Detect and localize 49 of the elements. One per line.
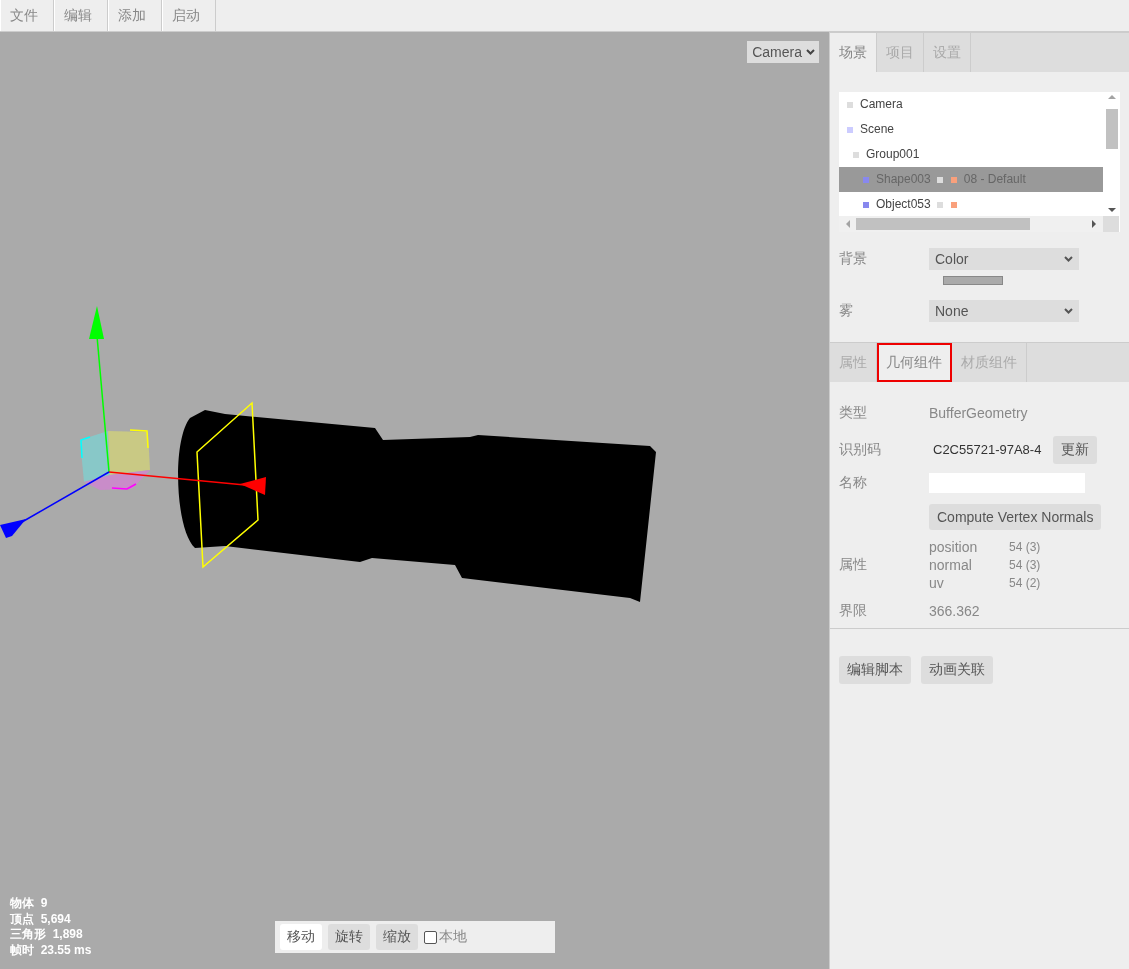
plane-handle-drawing	[80, 429, 150, 490]
outliner-item[interactable]: Object053	[839, 192, 1103, 217]
toolbar-button[interactable]: 旋转	[328, 924, 370, 950]
outliner-item[interactable]: Scene	[839, 117, 1103, 142]
field-label: 属性	[839, 556, 868, 574]
update-button[interactable]: 更新	[1053, 436, 1097, 464]
menu-item[interactable]: 文件	[0, 0, 54, 31]
camera-select[interactable]: Camera	[747, 41, 819, 63]
material-icon	[950, 201, 957, 208]
toolbar-button[interactable]: 移动	[280, 924, 322, 950]
stat-text: 顶点 5,694	[10, 911, 72, 927]
toolbar-button[interactable]: 缩放	[376, 924, 418, 950]
chevron-icon	[1064, 256, 1073, 262]
script-button[interactable]: 动画关联	[921, 656, 993, 684]
tab[interactable]: 几何组件	[877, 343, 952, 382]
field-label: 名称	[839, 474, 868, 492]
color-swatch[interactable]	[943, 276, 1003, 285]
material-icon	[950, 176, 957, 183]
attribute-name: uv	[929, 574, 945, 592]
field-value: 366.362	[929, 603, 980, 619]
field-label: 界限	[839, 602, 868, 620]
compute-button[interactable]: Compute Vertex Normals	[929, 504, 1102, 530]
attribute-value: 54 (3)	[1009, 539, 1041, 556]
checkbox-label: 本地	[439, 928, 467, 946]
attribute-name: normal	[929, 556, 973, 574]
outliner-item[interactable]: Group001	[839, 142, 1103, 167]
stat-text: 帧时 23.55 ms	[10, 942, 92, 958]
attribute-value: 54 (3)	[1009, 557, 1041, 574]
dropdown[interactable]: Color	[929, 248, 1079, 270]
menu-item[interactable]: 添加	[108, 0, 162, 31]
chevron-icon	[1064, 308, 1073, 314]
field-label: 背景	[839, 250, 868, 268]
attribute-value: 54 (2)	[1009, 575, 1041, 592]
dropdown[interactable]: None	[929, 300, 1079, 322]
geometry-icon	[936, 176, 943, 183]
field-label: 识别码	[839, 441, 882, 459]
field-label: 类型	[839, 404, 868, 422]
stat-text: 物体 9	[10, 896, 49, 912]
geometry-icon	[936, 201, 943, 208]
outliner-item[interactable]: Camera	[839, 92, 1103, 117]
script-button[interactable]: 编辑脚本	[839, 656, 911, 684]
attribute-name: position	[929, 538, 979, 556]
field-label: 雾	[839, 302, 854, 320]
menu-item[interactable]: 编辑	[54, 0, 108, 31]
stat-text: 三角形 1,898	[10, 927, 84, 943]
menu-item[interactable]: 启动	[162, 0, 216, 31]
chevron-icon	[806, 49, 815, 55]
checkbox[interactable]	[424, 930, 437, 944]
tab[interactable]: 场景	[830, 33, 877, 72]
